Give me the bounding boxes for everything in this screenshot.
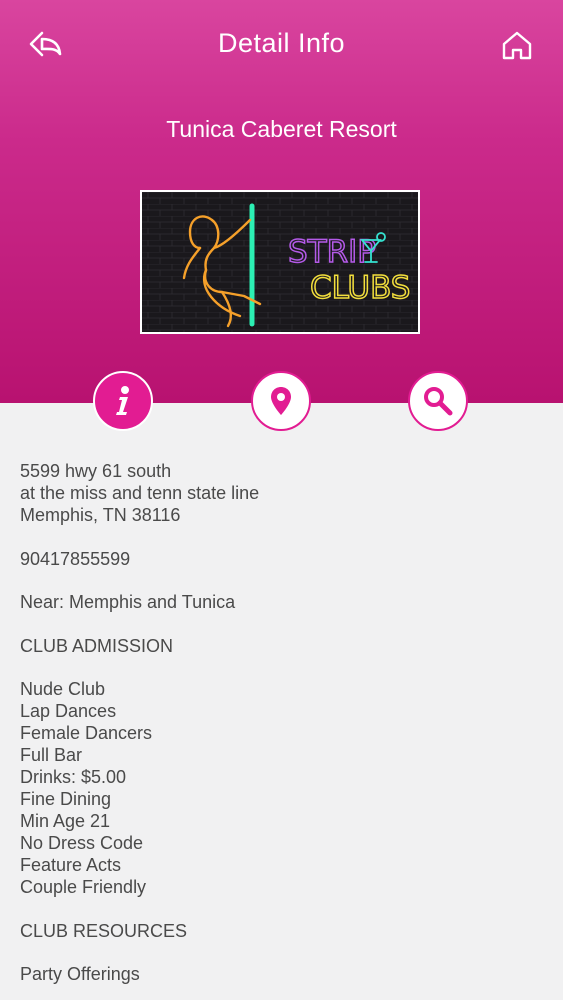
home-icon <box>502 31 532 60</box>
feature-item: Couple Friendly <box>20 877 147 897</box>
feature-item: Min Age 21 <box>20 811 111 831</box>
info-tab-button[interactable] <box>93 371 153 431</box>
feature-item: Fine Dining <box>20 789 112 809</box>
phone-number[interactable]: 90417855599 <box>20 548 540 570</box>
resource-item: Party Offerings <box>20 964 140 984</box>
address-line: Memphis, TN 38116 <box>20 505 181 525</box>
features-list: Nude Club Lap Dances Female Dancers Full… <box>20 678 540 898</box>
info-icon <box>116 386 129 415</box>
search-tab-button[interactable] <box>408 371 468 431</box>
feature-item: Feature Acts <box>20 855 122 875</box>
feature-item: No Dress Code <box>20 833 144 853</box>
map-pin-icon <box>271 387 291 415</box>
venue-name: Tunica Caberet Resort <box>166 116 397 142</box>
feature-item: Drinks: $5.00 <box>20 767 127 787</box>
page-title: Detail Info <box>217 28 346 58</box>
search-icon <box>424 387 453 416</box>
feature-item: Female Dancers <box>20 723 153 743</box>
detail-content: 5599 hwy 61 south at the miss and tenn s… <box>20 460 540 985</box>
feature-item: Lap Dances <box>20 701 117 721</box>
venue-banner-image: STRIP CLUBS <box>140 190 420 334</box>
feature-item: Full Bar <box>20 745 83 765</box>
address-line: at the miss and tenn state line <box>20 483 260 503</box>
banner-line2: CLUBS <box>310 270 410 306</box>
address-block: 5599 hwy 61 south at the miss and tenn s… <box>20 460 540 526</box>
admission-heading: CLUB ADMISSION <box>20 635 174 656</box>
resources-heading: CLUB RESOURCES <box>20 920 188 941</box>
header: Detail Info Tunica Caberet Resort STRIP … <box>0 0 563 403</box>
feature-item: Nude Club <box>20 679 106 699</box>
near-location: Near: Memphis and Tunica <box>20 592 236 612</box>
home-button[interactable] <box>498 28 536 64</box>
map-tab-button[interactable] <box>251 371 311 431</box>
address-line: 5599 hwy 61 south <box>20 461 172 481</box>
